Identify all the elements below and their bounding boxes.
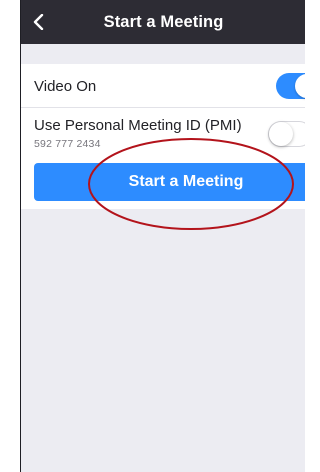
toggle-knob [295,74,305,98]
pmi-label: Use Personal Meeting ID (PMI) [34,117,242,134]
pmi-toggle[interactable] [268,121,305,147]
video-on-toggle[interactable] [276,73,305,99]
toggle-knob [269,122,293,146]
pmi-meeting-id: 592 777 2434 [34,138,101,150]
app-screen: Start a Meeting Video On Use Personal Me… [20,0,305,472]
nav-header: Start a Meeting [21,0,305,44]
page-title: Start a Meeting [103,13,224,31]
start-meeting-label: Start a Meeting [128,173,244,190]
video-on-row: Video On [21,64,305,108]
start-meeting-button[interactable]: Start a Meeting [34,163,305,201]
settings-panel: Video On Use Personal Meeting ID (PMI) 5… [21,64,305,209]
video-on-label: Video On [34,78,97,95]
pmi-row: Use Personal Meeting ID (PMI) 592 777 24… [21,109,305,159]
